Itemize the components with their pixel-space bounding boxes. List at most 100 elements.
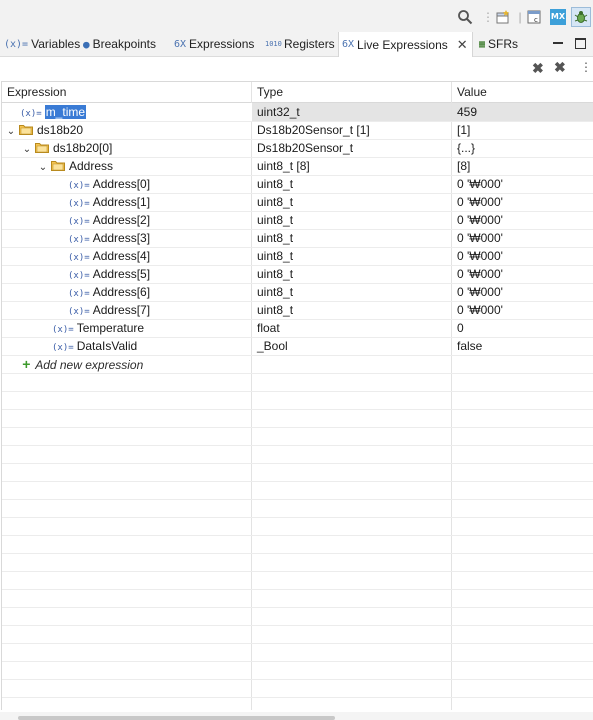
type-cell: Ds18b20Sensor_t xyxy=(257,141,354,155)
column-header-value[interactable]: Value xyxy=(452,82,487,102)
live-expressions-icon: 6X xyxy=(342,39,355,50)
table-row[interactable]: (x)= Address[3] uint8_t 0 '₩000' xyxy=(2,229,593,248)
empty-row xyxy=(2,625,593,644)
expression-name: Address[3] xyxy=(92,231,151,245)
table-row[interactable]: (x)= Address[1] uint8_t 0 '₩000' xyxy=(2,193,593,212)
column-header-type[interactable]: Type xyxy=(252,82,283,102)
value-cell[interactable]: 0 '₩000' xyxy=(452,193,593,211)
value-cell[interactable]: 0 '₩000' xyxy=(452,175,593,193)
expression-name: Address xyxy=(69,159,114,173)
table-row[interactable]: (x)= Address[0] uint8_t 0 '₩000' xyxy=(2,175,593,194)
column-header-expression[interactable]: Expression xyxy=(2,82,66,102)
table-row[interactable]: ⌄ ds18b20[0] Ds18b20Sensor_t {...} xyxy=(2,139,593,158)
value-cell[interactable]: 0 '₩000' xyxy=(452,283,593,301)
minimize-icon[interactable] xyxy=(553,42,563,44)
type-cell: uint8_t xyxy=(257,249,294,263)
table-row[interactable]: (x)= Address[4] uint8_t 0 '₩000' xyxy=(2,247,593,266)
expression-cell[interactable]: ⌄ Address xyxy=(2,157,287,175)
add-expression-cell[interactable]: + Add new expression xyxy=(2,355,271,373)
value-cell[interactable]: 0 '₩000' xyxy=(452,211,593,229)
variable-icon: (x)= xyxy=(68,199,90,209)
add-icon: + xyxy=(22,356,31,372)
value-cell[interactable]: 0 '₩000' xyxy=(452,229,593,247)
expression-cell[interactable]: ⌄ ds18b20 xyxy=(2,121,255,139)
tab-label: SFRs xyxy=(488,37,519,51)
tab-live-expressions[interactable]: 6X Live Expressions ✕ xyxy=(338,32,473,57)
expression-name: ds18b20 xyxy=(37,123,84,137)
tab-expressions[interactable]: 6X Expressions xyxy=(174,32,254,56)
table-row[interactable]: (x)= Address[7] uint8_t 0 '₩000' xyxy=(2,301,593,320)
variable-icon: (x)= xyxy=(68,181,90,191)
table-header: Expression Type Value xyxy=(2,82,593,103)
type-cell: uint32_t xyxy=(252,103,451,121)
expression-name: ds18b20[0] xyxy=(53,141,113,155)
empty-row xyxy=(2,517,593,536)
type-cell: uint8_t xyxy=(257,195,294,209)
table-row[interactable]: (x)= Address[2] uint8_t 0 '₩000' xyxy=(2,211,593,230)
value-cell[interactable]: 0 '₩000' xyxy=(452,247,593,265)
tab-label: Live Expressions xyxy=(357,37,448,52)
view-menu-icon[interactable]: ⋮ xyxy=(580,60,592,74)
top-toolbar: ⋮ | c MX xyxy=(0,0,593,32)
expression-name: Address[7] xyxy=(92,303,151,317)
expression-name: Address[6] xyxy=(92,285,151,299)
tab-registers[interactable]: 1010 Registers xyxy=(265,32,335,56)
add-expression-row[interactable]: + Add new expression xyxy=(2,355,593,374)
remove-expression-icon[interactable]: ✖ xyxy=(532,60,544,77)
type-cell: uint8_t xyxy=(257,231,294,245)
open-perspective-icon[interactable] xyxy=(494,8,512,26)
value-cell[interactable]: 0 xyxy=(452,319,593,337)
table-row[interactable]: (x)= DataIsValid _Bool false xyxy=(2,337,593,356)
tab-label: Registers xyxy=(284,37,335,51)
empty-row xyxy=(2,607,593,626)
live-expressions-table: Expression Type Value (x)= m_time uint32_t… xyxy=(1,81,593,710)
value-cell[interactable]: [1] xyxy=(452,121,593,139)
table-row[interactable]: (x)= m_time uint32_t 459 xyxy=(2,103,593,122)
empty-row xyxy=(2,553,593,572)
view-toolbar: ✖ ✖ ⋮ xyxy=(0,57,593,81)
empty-row xyxy=(2,445,593,464)
tab-sfrs[interactable]: ▦ SFRs xyxy=(479,32,518,56)
value-cell[interactable]: {...} xyxy=(452,139,593,157)
type-cell: uint8_t xyxy=(257,285,294,299)
tab-breakpoints[interactable]: ● Breakpoints xyxy=(83,32,156,56)
expression-cell[interactable]: ⌄ ds18b20[0] xyxy=(2,139,271,157)
horizontal-scrollbar-thumb[interactable] xyxy=(18,716,335,720)
expression-edit-field[interactable]: m_time xyxy=(44,105,87,119)
value-cell[interactable]: 0 '₩000' xyxy=(452,265,593,283)
remove-all-expressions-icon[interactable]: ✖ xyxy=(554,59,566,76)
mx-perspective-icon[interactable]: MX xyxy=(549,8,567,26)
value-cell[interactable]: 459 xyxy=(452,103,593,121)
table-row[interactable]: (x)= Address[6] uint8_t 0 '₩000' xyxy=(2,283,593,302)
type-cell: uint8_t xyxy=(257,303,294,317)
value-cell[interactable]: [8] xyxy=(452,157,593,175)
table-row[interactable]: (x)= Temperature float 0 xyxy=(2,319,593,338)
table-row[interactable]: (x)= Address[5] uint8_t 0 '₩000' xyxy=(2,265,593,284)
type-cell: _Bool xyxy=(257,339,288,353)
folder-icon xyxy=(51,159,69,173)
close-tab-icon[interactable]: ✕ xyxy=(457,37,468,53)
value-cell[interactable]: false xyxy=(452,337,593,355)
tab-label: Variables xyxy=(31,37,81,51)
tab-variables[interactable]: (x)= Variables xyxy=(4,32,80,56)
type-cell: Ds18b20Sensor_t [1] xyxy=(257,123,370,137)
table-row[interactable]: ⌄ Address uint8_t [8] [8] xyxy=(2,157,593,176)
cpp-perspective-icon[interactable]: c xyxy=(526,8,544,26)
folder-icon xyxy=(35,141,53,155)
empty-row xyxy=(2,589,593,608)
empty-row xyxy=(2,679,593,698)
empty-row xyxy=(2,535,593,554)
expression-cell[interactable]: (x)= m_time xyxy=(2,103,269,121)
variable-icon: (x)= xyxy=(68,289,90,299)
variable-icon: (x)= xyxy=(68,217,90,227)
value-cell[interactable]: 0 '₩000' xyxy=(452,301,593,319)
type-cell: uint8_t xyxy=(257,267,294,281)
type-cell: uint8_t xyxy=(257,213,294,227)
empty-row xyxy=(2,571,593,590)
empty-row xyxy=(2,427,593,446)
expression-name: Address[4] xyxy=(92,249,151,263)
debug-perspective-icon[interactable] xyxy=(571,7,591,27)
table-row[interactable]: ⌄ ds18b20 Ds18b20Sensor_t [1] [1] xyxy=(2,121,593,140)
maximize-icon[interactable] xyxy=(575,38,586,49)
search-icon[interactable] xyxy=(456,8,474,26)
